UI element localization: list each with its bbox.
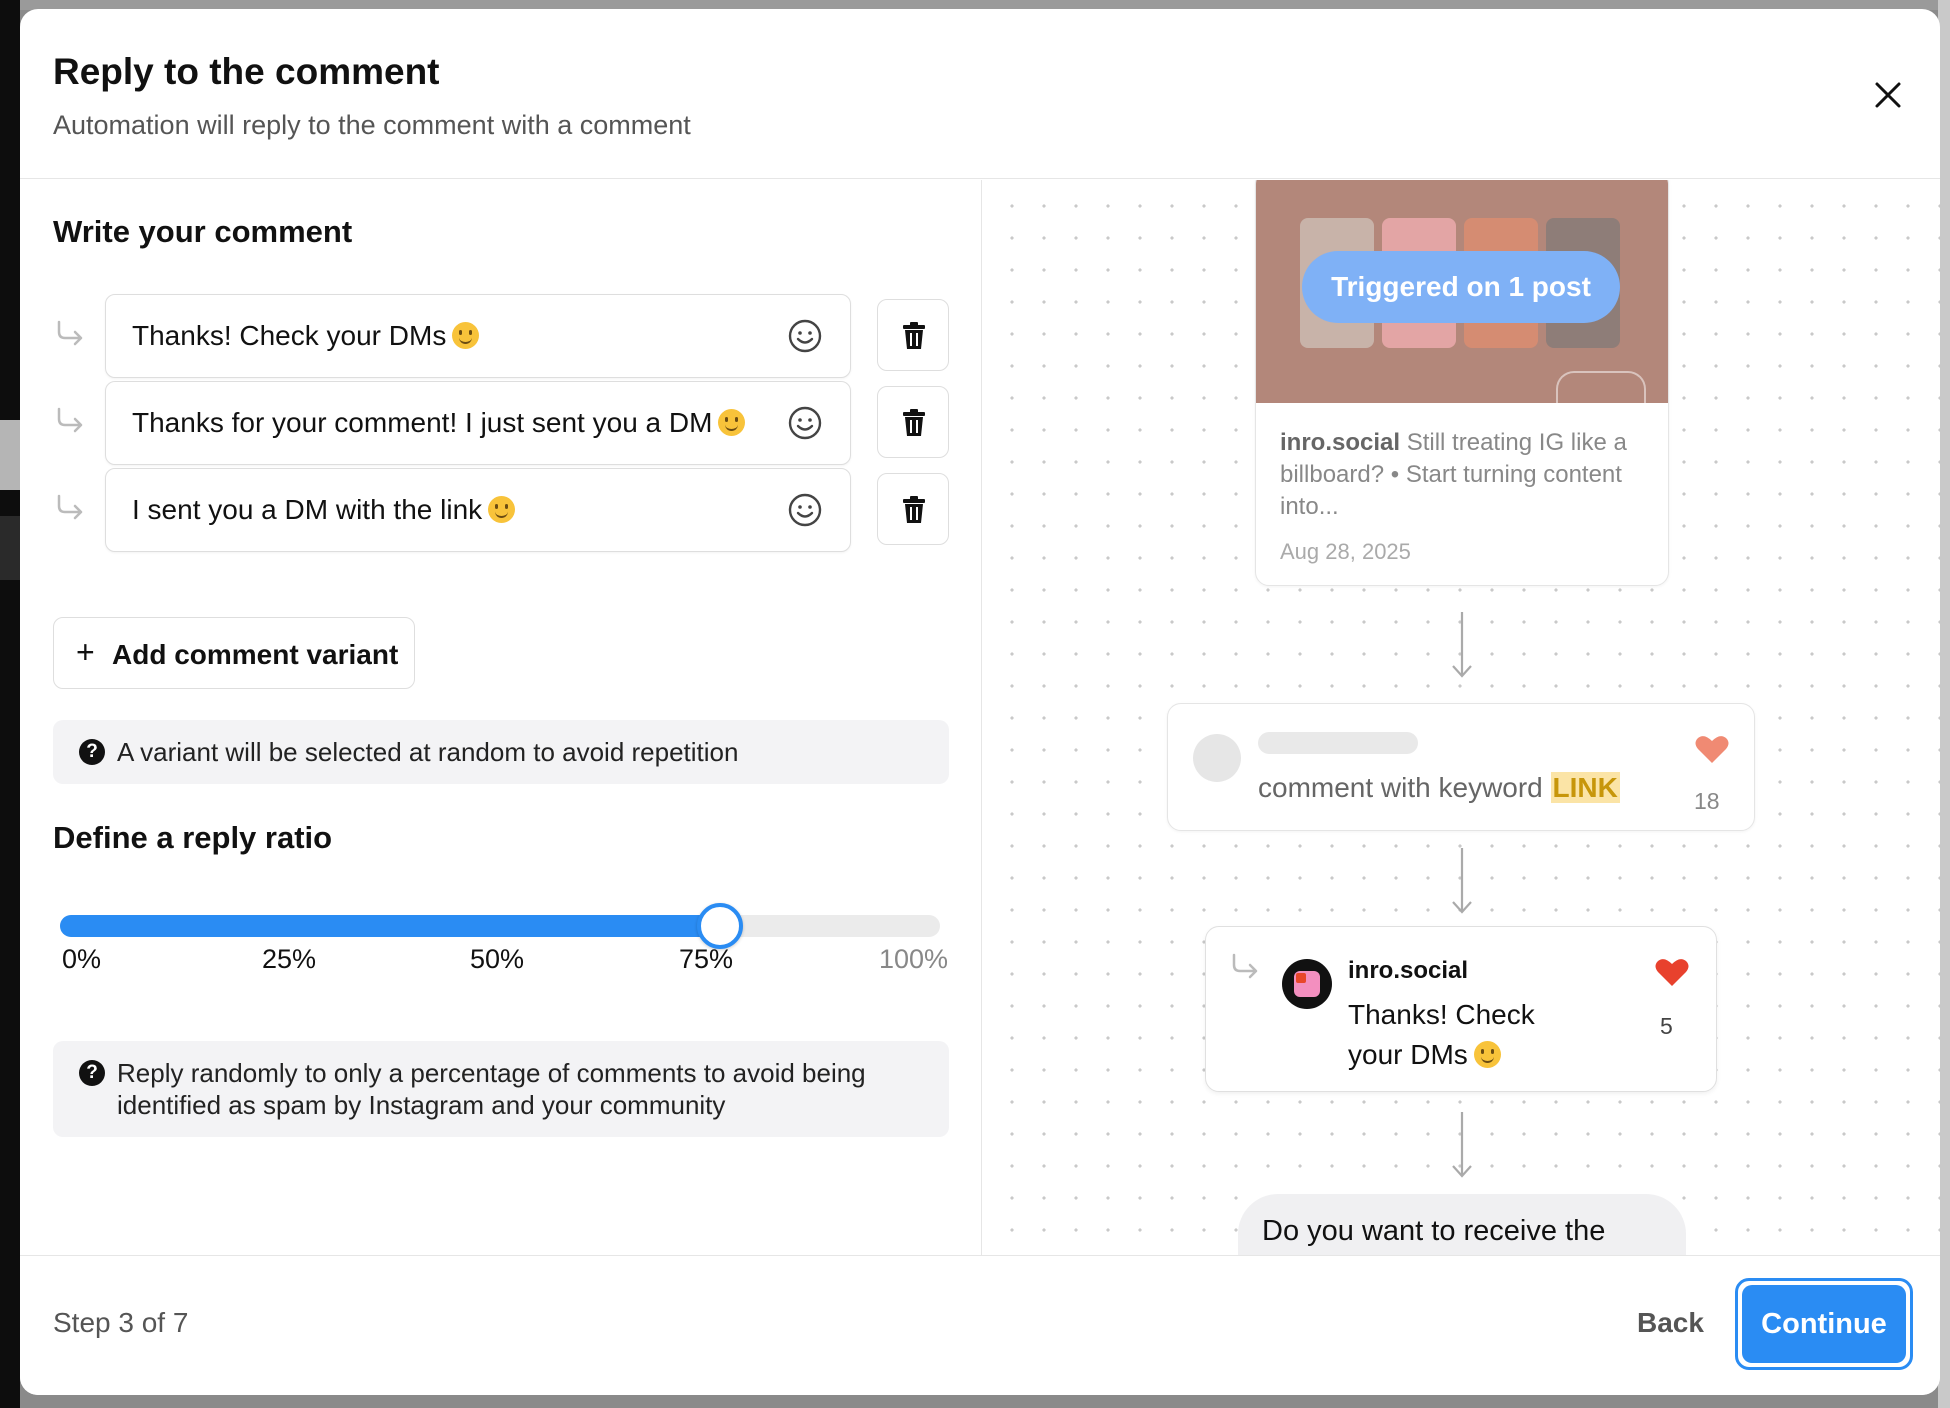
modal-header: Reply to the comment Automation will rep…	[20, 9, 1940, 179]
reply-arrow-icon	[57, 407, 83, 433]
continue-button[interactable]: Continue	[1735, 1278, 1913, 1370]
reply-arrow-icon	[1232, 953, 1258, 979]
tick-label: 50%	[470, 944, 525, 974]
comment-variant-row: I sent you a DM with the link	[53, 468, 973, 552]
backdrop-sidebar	[0, 0, 20, 1408]
post-card: Triggered on 1 post inro.social Still tr…	[1255, 180, 1669, 586]
reply-modal: Reply to the comment Automation will rep…	[20, 9, 1940, 1395]
preview-canvas: Triggered on 1 post inro.social Still tr…	[982, 180, 1940, 1255]
variant-text: Thanks! Check your DMs	[132, 320, 480, 352]
variant-text: Thanks for your comment! I just sent you…	[132, 407, 746, 439]
smiley-emoji-icon	[452, 322, 480, 349]
add-comment-variant-button[interactable]: + Add comment variant	[53, 617, 415, 689]
step-indicator: Step 3 of 7	[53, 1307, 189, 1338]
tick-label: 25%	[262, 944, 317, 974]
avatar	[1193, 734, 1241, 782]
trash-icon	[903, 409, 925, 436]
tick-label: 100%	[879, 944, 949, 974]
keyword-highlight: LINK	[1550, 772, 1620, 803]
trigger-comment-card: comment with keyword LINK 18	[1167, 703, 1755, 831]
post-date: Aug 28, 2025	[1280, 539, 1411, 564]
ratio-note-text: Reply randomly to only a percentage of c…	[117, 1058, 866, 1120]
slider-fill	[60, 915, 720, 937]
like-count: 18	[1694, 788, 1720, 814]
slider-handle[interactable]	[697, 903, 743, 949]
delete-variant-button[interactable]	[877, 473, 949, 545]
reply-arrow-icon	[57, 494, 83, 520]
add-variant-label: Add comment variant	[112, 639, 399, 670]
ratio-info-note: ? Reply randomly to only a percentage of…	[53, 1041, 949, 1137]
flow-arrow-icon	[1452, 848, 1472, 914]
variant-info-note: ? A variant will be selected at random t…	[53, 720, 949, 784]
reply-account-name: inro.social	[1348, 957, 1469, 984]
tick-label: 75%	[679, 944, 734, 974]
heart-icon	[1655, 959, 1689, 986]
auto-reply-card: inro.social Thanks! Check your DMs 5	[1205, 926, 1717, 1092]
variant-text-value: Thanks! Check your DMs	[132, 320, 447, 351]
smiley-emoji-icon	[488, 496, 516, 523]
dm-text: Do you want to receive the	[1262, 1215, 1606, 1247]
close-button[interactable]	[1868, 75, 1908, 115]
trash-icon	[903, 496, 925, 523]
plus-icon: +	[76, 634, 95, 670]
reply-text-value: Thanks! Check your DMs	[1348, 999, 1535, 1070]
reply-text: Thanks! Check your DMs	[1348, 995, 1588, 1075]
variant-text: I sent you a DM with the link	[132, 494, 516, 526]
back-button[interactable]: Back	[1637, 1307, 1704, 1339]
emoji-picker-icon[interactable]	[786, 404, 824, 442]
username-placeholder	[1258, 732, 1418, 754]
comment-text: comment with keyword LINK	[1258, 772, 1620, 804]
variant-text-value: Thanks for your comment! I just sent you…	[132, 407, 713, 438]
smiley-emoji-icon	[718, 409, 746, 436]
modal-title: Reply to the comment	[53, 51, 440, 92]
variant-text-value: I sent you a DM with the link	[132, 494, 483, 525]
close-icon	[1875, 82, 1901, 108]
account-logo	[1282, 959, 1332, 1009]
like-count: 5	[1660, 1013, 1673, 1039]
smiley-emoji-icon	[1473, 1041, 1501, 1068]
carousel-arrow-icon	[1556, 371, 1646, 407]
backdrop-block	[0, 516, 20, 580]
editor-panel: Write your comment Thanks! Check your DM…	[20, 180, 981, 1255]
logo-mark-inner	[1296, 973, 1306, 983]
comment-variant-row: Thanks! Check your DMs	[53, 294, 973, 378]
emoji-picker-icon[interactable]	[786, 317, 824, 355]
continue-label: Continue	[1742, 1285, 1906, 1363]
comment-section-title: Write your comment	[53, 214, 353, 249]
help-icon: ?	[79, 739, 105, 765]
modal-footer: Step 3 of 7 Back Continue	[20, 1255, 1940, 1395]
post-caption: inro.social Still treating IG like a bil…	[1280, 427, 1650, 523]
comment-text-value: comment with keyword	[1258, 772, 1543, 803]
comment-variant-input[interactable]: I sent you a DM with the link	[105, 468, 851, 552]
post-account-name: inro.social	[1280, 429, 1401, 456]
flow-arrow-icon	[1452, 1112, 1472, 1178]
reply-arrow-icon	[57, 320, 83, 346]
emoji-picker-icon[interactable]	[786, 491, 824, 529]
delete-variant-button[interactable]	[877, 299, 949, 371]
heart-icon	[1695, 736, 1729, 763]
trash-icon	[903, 322, 925, 349]
backdrop-block	[0, 420, 20, 490]
flow-arrow-icon	[1452, 612, 1472, 678]
tick-label: 0%	[62, 944, 102, 974]
help-icon: ?	[79, 1060, 105, 1086]
variant-note-text: A variant will be selected at random to …	[117, 737, 739, 767]
delete-variant-button[interactable]	[877, 386, 949, 458]
modal-subtitle: Automation will reply to the comment wit…	[53, 110, 691, 140]
dm-message-bubble: Do you want to receive the	[1238, 1194, 1686, 1255]
comment-variant-row: Thanks for your comment! I just sent you…	[53, 381, 973, 465]
comment-variant-input[interactable]: Thanks for your comment! I just sent you…	[105, 381, 851, 465]
ratio-section-title: Define a reply ratio	[53, 820, 333, 855]
triggered-badge[interactable]: Triggered on 1 post	[1302, 251, 1620, 323]
post-image: Triggered on 1 post	[1256, 180, 1668, 407]
comment-variant-input[interactable]: Thanks! Check your DMs	[105, 294, 851, 378]
